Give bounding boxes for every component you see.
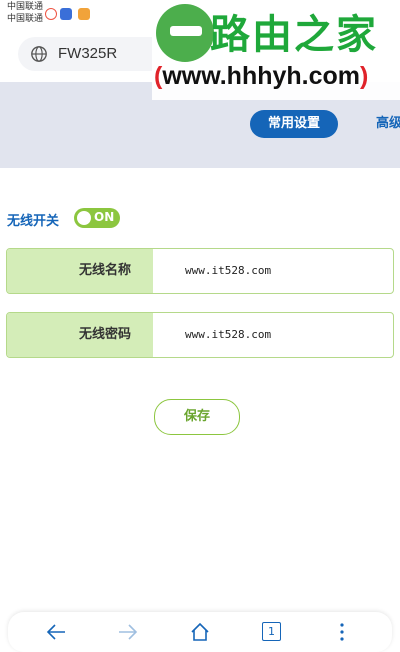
tabs-icon[interactable]: 1 xyxy=(262,622,281,641)
toggle-state: ON xyxy=(94,210,115,224)
wireless-password-label: 无线密码 xyxy=(7,313,153,357)
home-icon[interactable] xyxy=(190,622,210,642)
back-icon[interactable] xyxy=(46,622,66,642)
wireless-password-field: 无线密码 www.it528.com xyxy=(6,312,394,358)
wireless-name-label: 无线名称 xyxy=(7,249,153,293)
logo-mark-icon xyxy=(156,4,214,62)
url-text: FW325R xyxy=(58,45,118,62)
more-icon[interactable] xyxy=(332,622,352,642)
save-button[interactable]: 保存 xyxy=(154,399,240,435)
toggle-knob xyxy=(77,211,91,225)
news-app-icon xyxy=(60,8,72,20)
carrier-label: 中国联通 xyxy=(7,14,44,24)
watermark-title: 路由之家 xyxy=(210,12,378,58)
browser-bottom-nav: 1 xyxy=(8,612,392,652)
app-icon xyxy=(78,8,90,20)
watermark-logo: 路由之家 (www.hhhyh.com) xyxy=(152,0,400,100)
weibo-icon xyxy=(45,8,57,20)
wireless-name-input[interactable]: www.it528.com xyxy=(185,249,271,293)
globe-icon xyxy=(31,46,47,62)
watermark-url: (www.hhhyh.com) xyxy=(154,62,369,90)
tab-advanced-settings[interactable]: 高级 xyxy=(376,110,400,138)
wireless-password-input[interactable]: www.it528.com xyxy=(185,313,271,357)
forward-icon[interactable] xyxy=(118,622,138,642)
wireless-toggle[interactable]: ON xyxy=(74,208,120,228)
carrier-label: 中国联通 xyxy=(7,2,44,12)
wireless-name-field: 无线名称 www.it528.com xyxy=(6,248,394,294)
wireless-toggle-label: 无线开关 xyxy=(7,214,60,229)
tab-common-settings[interactable]: 常用设置 xyxy=(250,110,338,138)
